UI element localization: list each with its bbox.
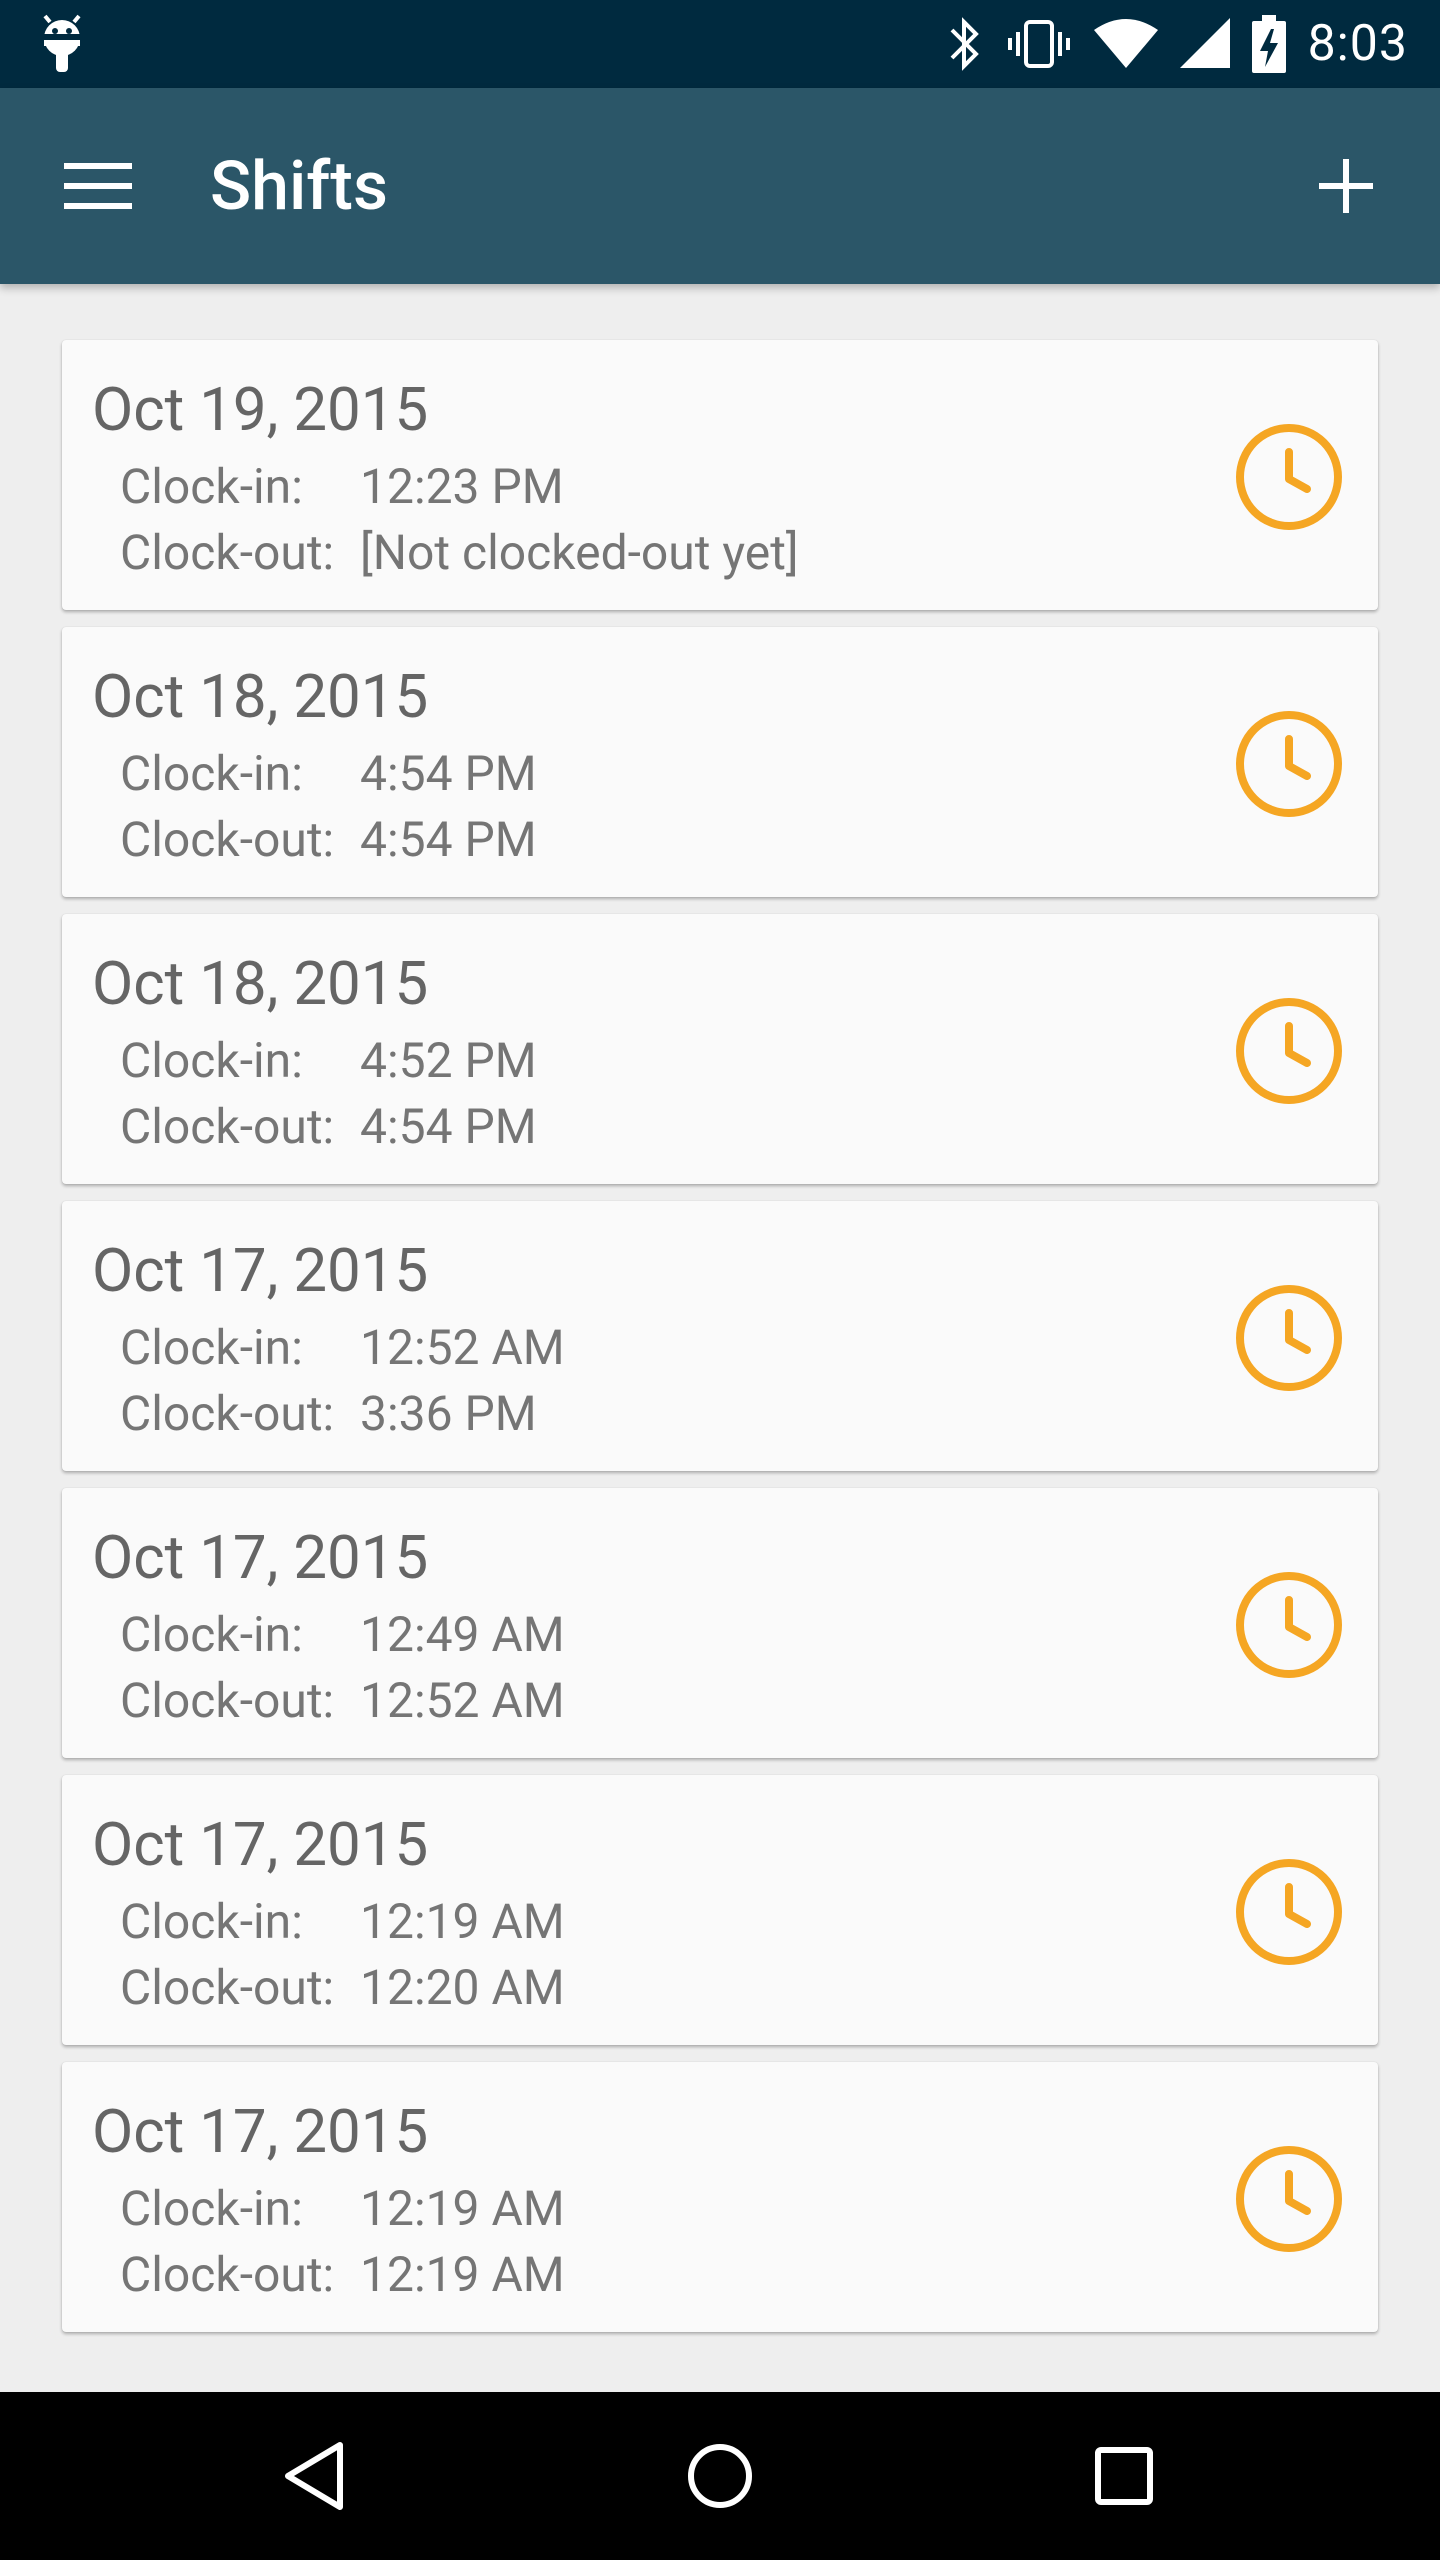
clock-in-label: Clock-in: [120,1319,303,1376]
shift-card[interactable]: Oct 18, 2015 Clock-in: 4:54 PM Clock-out… [62,627,1378,897]
navigation-bar [0,2392,1440,2560]
clock-out-row: Clock-out: 12:52 AM [120,1672,565,1729]
clock-out-row: Clock-out: 4:54 PM [120,1098,537,1155]
clock-in-label: Clock-in: [120,1032,303,1089]
clock-icon[interactable] [1234,2144,1344,2254]
clock-icon[interactable] [1234,1283,1344,1393]
recents-button[interactable] [1074,2426,1174,2526]
shift-date: Oct 18, 2015 [92,661,429,732]
clock-out-row: Clock-out: 12:20 AM [120,1959,565,2016]
clock-in-label: Clock-in: [120,458,303,515]
home-button[interactable] [670,2426,770,2526]
clock-in-value: 12:49 AM [360,1606,565,1663]
clock-out-value: 12:52 AM [360,1672,565,1729]
clock-out-label: Clock-out: [120,1385,335,1442]
clock-in-row: Clock-in: 12:19 AM [120,1893,565,1950]
battery-charging-icon [1251,15,1286,73]
clock-in-label: Clock-in: [120,2180,303,2237]
clock-in-value: 12:23 PM [360,458,564,515]
clock-out-value: 4:54 PM [360,811,537,868]
clock-in-value: 4:52 PM [360,1032,537,1089]
clock-in-row: Clock-in: 12:23 PM [120,458,564,515]
android-icon [43,14,81,72]
clock-out-row: Clock-out: 3:36 PM [120,1385,537,1442]
shift-card[interactable]: Oct 17, 2015 Clock-in: 12:19 AM Clock-ou… [62,2062,1378,2332]
shift-list: Oct 19, 2015 Clock-in: 12:23 PM Clock-ou… [62,340,1378,2349]
clock-out-row: Clock-out: [Not clocked-out yet] [120,524,799,581]
menu-icon [64,163,132,209]
clock-in-row: Clock-in: 12:52 AM [120,1319,565,1376]
shift-card[interactable]: Oct 17, 2015 Clock-in: 12:52 AM Clock-ou… [62,1201,1378,1471]
app-bar: Shifts [0,88,1440,284]
shift-card[interactable]: Oct 17, 2015 Clock-in: 12:19 AM Clock-ou… [62,1775,1378,2045]
clock-in-value: 12:19 AM [360,1893,565,1950]
vibrate-icon [1007,20,1070,68]
wifi-icon [1093,19,1158,68]
clock-in-label: Clock-in: [120,745,303,802]
clock-out-value: 12:19 AM [360,2246,565,2303]
clock-out-value: 12:20 AM [360,1959,565,2016]
clock-in-value: 4:54 PM [360,745,537,802]
clock-out-label: Clock-out: [120,2246,335,2303]
shift-date: Oct 18, 2015 [92,948,429,1019]
clock-out-label: Clock-out: [120,524,335,581]
clock-in-label: Clock-in: [120,1893,303,1950]
clock-in-row: Clock-in: 4:54 PM [120,745,537,802]
clock-in-row: Clock-in: 12:49 AM [120,1606,565,1663]
shift-date: Oct 19, 2015 [92,374,429,445]
bluetooth-icon [950,17,979,71]
clock-icon[interactable] [1234,1857,1344,1967]
shift-date: Oct 17, 2015 [92,1522,429,1593]
clock-out-row: Clock-out: 12:19 AM [120,2246,565,2303]
clock-out-label: Clock-out: [120,1098,335,1155]
menu-button[interactable] [48,136,148,236]
recents-icon [1095,2447,1153,2505]
clock-out-value: 3:36 PM [360,1385,537,1442]
signal-icon [1179,18,1230,68]
back-button[interactable] [264,2426,364,2526]
clock-out-value: [Not clocked-out yet] [360,524,799,581]
clock-icon[interactable] [1234,709,1344,819]
shift-card[interactable]: Oct 18, 2015 Clock-in: 4:52 PM Clock-out… [62,914,1378,1184]
add-shift-button[interactable] [1296,136,1396,236]
clock-in-label: Clock-in: [120,1606,303,1663]
page-title: Shifts [210,146,388,226]
clock-icon[interactable] [1234,422,1344,532]
clock-icon[interactable] [1234,996,1344,1106]
status-time: 8:03 [1307,15,1408,73]
clock-out-row: Clock-out: 4:54 PM [120,811,537,868]
shift-card[interactable]: Oct 17, 2015 Clock-in: 12:49 AM Clock-ou… [62,1488,1378,1758]
shift-card[interactable]: Oct 19, 2015 Clock-in: 12:23 PM Clock-ou… [62,340,1378,610]
clock-in-value: 12:52 AM [360,1319,565,1376]
clock-in-value: 12:19 AM [360,2180,565,2237]
shift-date: Oct 17, 2015 [92,1809,429,1880]
add-icon [1319,159,1373,213]
clock-in-row: Clock-in: 12:19 AM [120,2180,565,2237]
back-icon [285,2442,343,2510]
home-icon [688,2444,752,2508]
shift-date: Oct 17, 2015 [92,2096,429,2167]
clock-in-row: Clock-in: 4:52 PM [120,1032,537,1089]
shift-date: Oct 17, 2015 [92,1235,429,1306]
clock-out-label: Clock-out: [120,811,335,868]
status-bar: 8:03 [0,0,1440,88]
clock-out-label: Clock-out: [120,1672,335,1729]
clock-out-label: Clock-out: [120,1959,335,2016]
clock-out-value: 4:54 PM [360,1098,537,1155]
clock-icon[interactable] [1234,1570,1344,1680]
